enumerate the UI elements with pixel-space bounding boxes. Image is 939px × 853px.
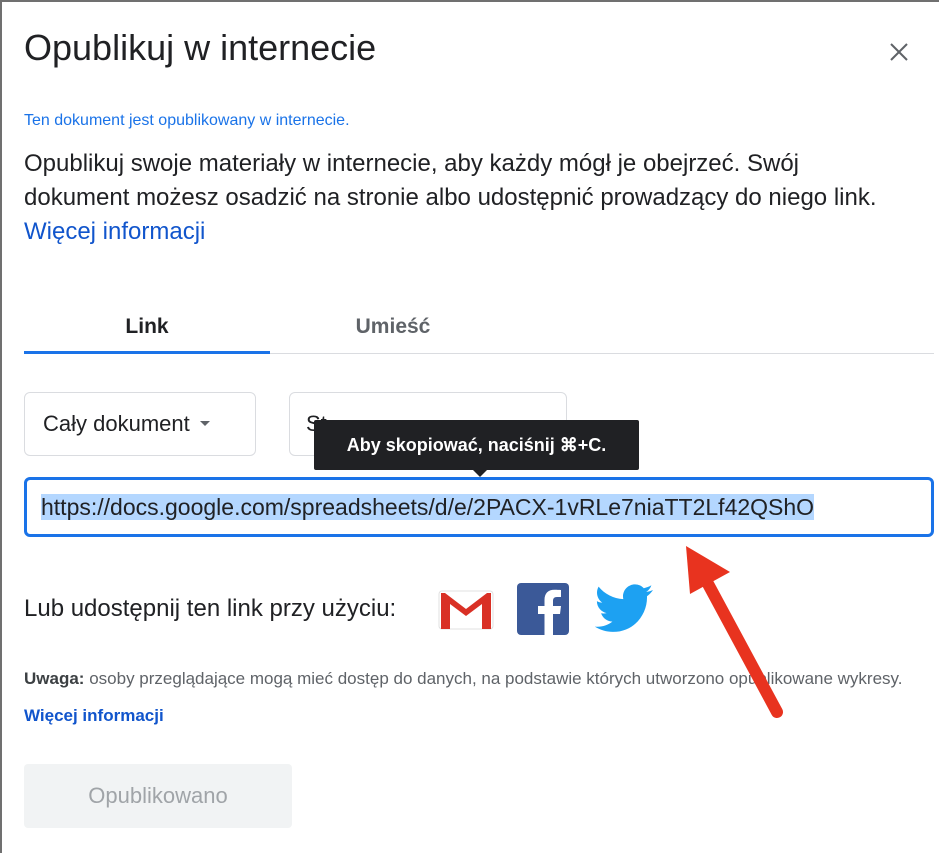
tab-link[interactable]: Link: [24, 302, 270, 354]
scope-dropdown-label: Cały dokument: [43, 411, 190, 436]
dialog-title: Opublikuj w internecie: [24, 27, 377, 68]
publish-status: Ten dokument jest opublikowany w interne…: [24, 112, 350, 129]
facebook-icon[interactable]: [517, 583, 569, 635]
tab-embed[interactable]: Umieść: [270, 302, 516, 354]
tab-bar: Link Umieść: [24, 302, 934, 354]
publish-dialog: Opublikuj w internecie Ten dokument jest…: [0, 0, 939, 853]
tooltip-pointer: [472, 469, 488, 477]
note-label: Uwaga:: [24, 669, 85, 688]
chevron-down-icon: [199, 420, 210, 426]
share-label: Lub udostępnij ten link przy użyciu:: [24, 595, 397, 622]
scope-dropdown[interactable]: Cały dokument: [24, 392, 256, 456]
published-button: Opublikowano: [24, 764, 292, 828]
close-icon[interactable]: [882, 35, 916, 69]
url-text: https://docs.google.com/spreadsheets/d/e…: [41, 494, 815, 520]
annotation-arrow-icon: [686, 546, 783, 718]
copy-tooltip: Aby skopiować, naciśnij ⌘+C.: [314, 420, 639, 470]
twitter-icon[interactable]: [595, 584, 655, 634]
more-info-link[interactable]: Więcej informacji: [24, 218, 205, 245]
note-more-info-link[interactable]: Więcej informacji: [24, 706, 164, 725]
gmail-icon[interactable]: [437, 587, 495, 631]
description-text: Opublikuj swoje materiały w internecie, …: [24, 150, 877, 211]
dialog-description: Opublikuj swoje materiały w internecie, …: [24, 147, 904, 249]
